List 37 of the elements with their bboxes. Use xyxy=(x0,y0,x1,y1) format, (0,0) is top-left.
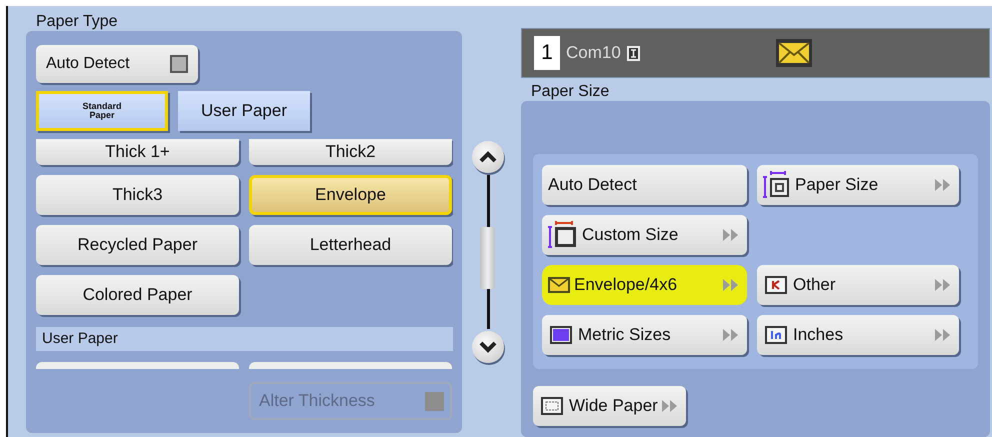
group-header: User Paper xyxy=(36,327,453,351)
paper-type-button[interactable]: Envelope xyxy=(249,175,452,215)
paper-size-option-button[interactable]: Inches xyxy=(757,315,959,355)
chevron-down-icon xyxy=(479,341,497,353)
paper-size-option-button[interactable]: Paper Size xyxy=(757,165,959,205)
paper-type-button[interactable]: Recycled Paper xyxy=(36,225,239,265)
orientation-icon xyxy=(626,46,640,60)
scroll-thumb[interactable] xyxy=(480,227,494,289)
inches-icon xyxy=(763,323,789,347)
paper-size-option-button[interactable]: Wide Paper xyxy=(533,386,686,426)
paper-type-button[interactable]: Thick2 xyxy=(249,139,452,165)
metric-icon xyxy=(548,323,574,347)
paper-tab[interactable]: Standard Paper xyxy=(36,91,168,131)
paper-type-button[interactable]: Colored Paper xyxy=(36,275,239,315)
paper-type-button[interactable]: Letterhead xyxy=(249,225,452,265)
scroll-down-button[interactable] xyxy=(472,331,504,363)
k-icon xyxy=(763,273,789,297)
chevron-up-icon xyxy=(479,151,497,163)
section-title: Paper Type xyxy=(35,13,118,31)
paper-size-option-button[interactable]: Envelope/4x6 xyxy=(542,265,747,305)
section-title: Paper Size xyxy=(530,83,610,101)
tray-number: 1 xyxy=(534,36,560,70)
paper-size-option-button[interactable]: Custom Size xyxy=(542,215,747,255)
paper-size-option-button[interactable]: Auto Detect xyxy=(542,165,747,205)
custom-size-icon xyxy=(548,221,578,249)
auto-detect-button[interactable]: Auto Detect xyxy=(36,45,198,83)
paper-type-button[interactable]: Thick 1+ xyxy=(36,139,239,165)
envelope-icon xyxy=(776,39,812,67)
dotted-frame-icon xyxy=(539,394,565,418)
paper-size-option-button[interactable]: Other xyxy=(757,265,959,305)
envelope-icon xyxy=(548,277,570,293)
scroll-up-button[interactable] xyxy=(472,141,504,173)
paper-tab[interactable]: User Paper xyxy=(178,91,310,131)
paper-name: Com10 xyxy=(566,43,621,63)
paper-size-option-button[interactable]: Metric Sizes xyxy=(542,315,747,355)
paper-size-icon xyxy=(763,171,791,199)
paper-type-button[interactable]: Thick3 xyxy=(36,175,239,215)
